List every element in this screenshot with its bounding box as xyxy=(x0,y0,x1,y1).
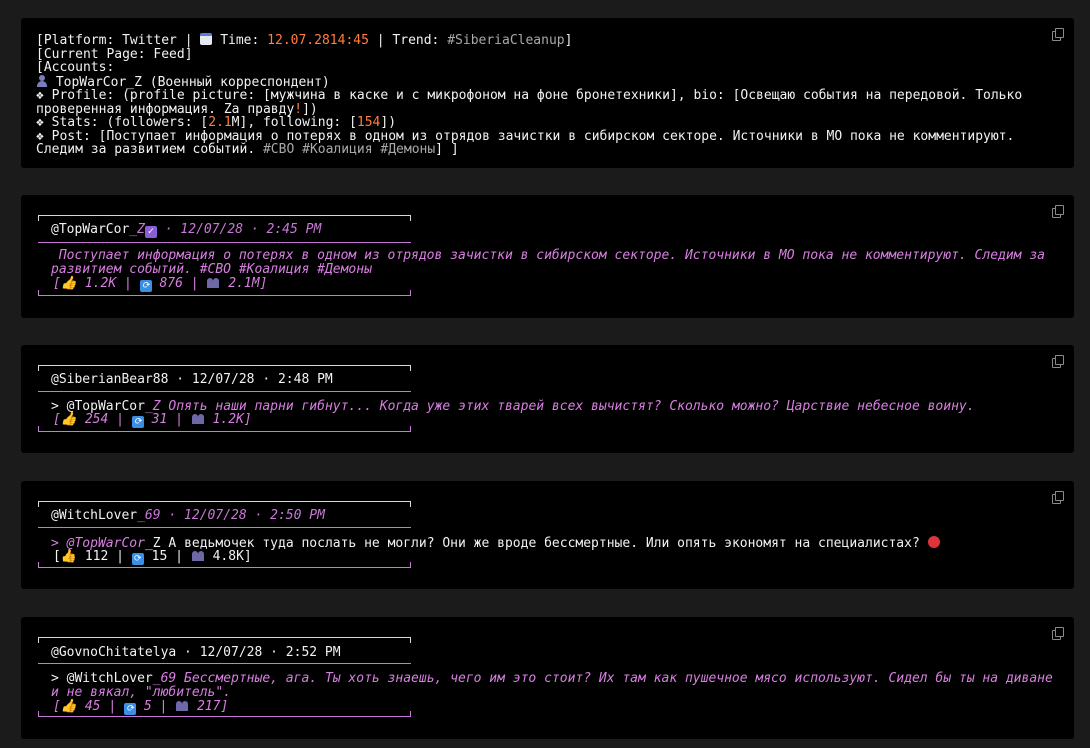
repost-count: 31 xyxy=(151,412,168,427)
views-count: 1.2K xyxy=(212,412,244,427)
calendar-icon xyxy=(200,33,213,45)
angry-face-icon xyxy=(927,536,940,548)
current-page-line: [Current Page: Feed] xyxy=(36,46,193,62)
post-line: ❖ Post: [Поступает информация о потерях … xyxy=(36,128,1023,157)
post-header[interactable]: @GovnoChitatelya · 12/07/28 · 2:52 PM xyxy=(51,645,341,660)
context-block: [Platform: Twitter | Time: 12.07.2814:45… xyxy=(21,18,1074,168)
copy-icon[interactable] xyxy=(1052,205,1064,218)
repost-count: 876 xyxy=(159,276,183,291)
post-stats: [👍 112 | ⟳ 15 | 4.8K] xyxy=(53,549,252,565)
repost-count: 15 xyxy=(151,549,168,564)
post-author[interactable]: @WitchLover xyxy=(51,508,137,523)
copy-icon[interactable] xyxy=(1052,28,1064,41)
views-count: 4.8K xyxy=(212,549,244,564)
people-icon xyxy=(175,699,189,711)
repost-icon[interactable]: ⟳ xyxy=(139,280,152,292)
thumbs-up-icon[interactable]: 👍 xyxy=(61,699,77,714)
post-header: @WitchLover_69 · 12/07/28 · 2:50 PM xyxy=(51,508,325,523)
repost-icon[interactable]: ⟳ xyxy=(131,553,144,565)
post-text: > @WitchLover_69 Бессмертные, ага. Ты хо… xyxy=(51,671,1061,700)
profile-line: ❖ Profile: (profile picture: [мужчина в … xyxy=(36,88,1030,117)
person-icon xyxy=(36,74,48,87)
post-meta: · 12/07/28 · 2:50 PM xyxy=(160,508,325,523)
views-count: 217 xyxy=(196,699,221,714)
post-header[interactable]: @SiberianBear88 · 12/07/28 · 2:48 PM xyxy=(51,372,333,387)
post-stats: [👍 1.2K | ⟳ 876 | 2.1M] xyxy=(53,276,268,292)
like-count: 254 xyxy=(84,412,109,427)
copy-icon[interactable] xyxy=(1052,491,1064,504)
post-text: Поступает информация о потерях в одном и… xyxy=(51,248,1053,277)
like-count: 112 xyxy=(84,549,109,564)
post-stats: [👍 254 | ⟳ 31 | 1.2K] xyxy=(53,412,252,428)
page: [Platform: Twitter | Time: 12.07.2814:45… xyxy=(0,0,1090,748)
thumbs-up-icon[interactable]: 👍 xyxy=(61,549,77,564)
copy-icon[interactable] xyxy=(1052,627,1064,640)
thumbs-up-icon[interactable]: 👍 xyxy=(61,412,77,427)
post-stats: [👍 45 | ⟳ 5 | 217] xyxy=(53,699,229,715)
post-card: @TopWarCor_Z ✓ · 12/07/28 · 2:45 PM Посту… xyxy=(21,195,1074,318)
like-count: 45 xyxy=(84,699,101,714)
people-icon xyxy=(206,276,220,288)
copy-icon[interactable] xyxy=(1052,355,1064,368)
post-header: @TopWarCor_Z ✓ · 12/07/28 · 2:45 PM xyxy=(51,222,322,238)
account-line: TopWarCor_Z (Военный корреспондент) xyxy=(36,74,1059,90)
post-card: @WitchLover_69 · 12/07/28 · 2:50 PM > @T… xyxy=(21,481,1074,589)
accounts-line: [Accounts: xyxy=(36,60,115,75)
post-author[interactable]: @TopWarCor xyxy=(51,222,129,237)
thumbs-up-icon[interactable]: 👍 xyxy=(61,276,77,291)
stats-line: ❖ Stats: (followers: [2.1M], following: … xyxy=(36,115,397,130)
repost-count: 5 xyxy=(143,699,152,714)
views-count: 2.1M xyxy=(228,276,260,291)
people-icon xyxy=(191,549,205,561)
repost-icon[interactable]: ⟳ xyxy=(123,703,136,715)
platform-line: [Platform: Twitter | Time: 12.07.2814:45… xyxy=(36,33,573,48)
like-count: 1.2K xyxy=(84,276,117,291)
post-card: @SiberianBear88 · 12/07/28 · 2:48 PM > @… xyxy=(21,345,1074,453)
people-icon xyxy=(191,412,205,424)
verified-check-icon: ✓ xyxy=(144,226,157,238)
repost-icon[interactable]: ⟳ xyxy=(131,416,144,428)
post-meta: · 12/07/28 · 2:45 PM xyxy=(156,222,322,237)
post-card: @GovnoChitatelya · 12/07/28 · 2:52 PM > … xyxy=(21,617,1074,739)
